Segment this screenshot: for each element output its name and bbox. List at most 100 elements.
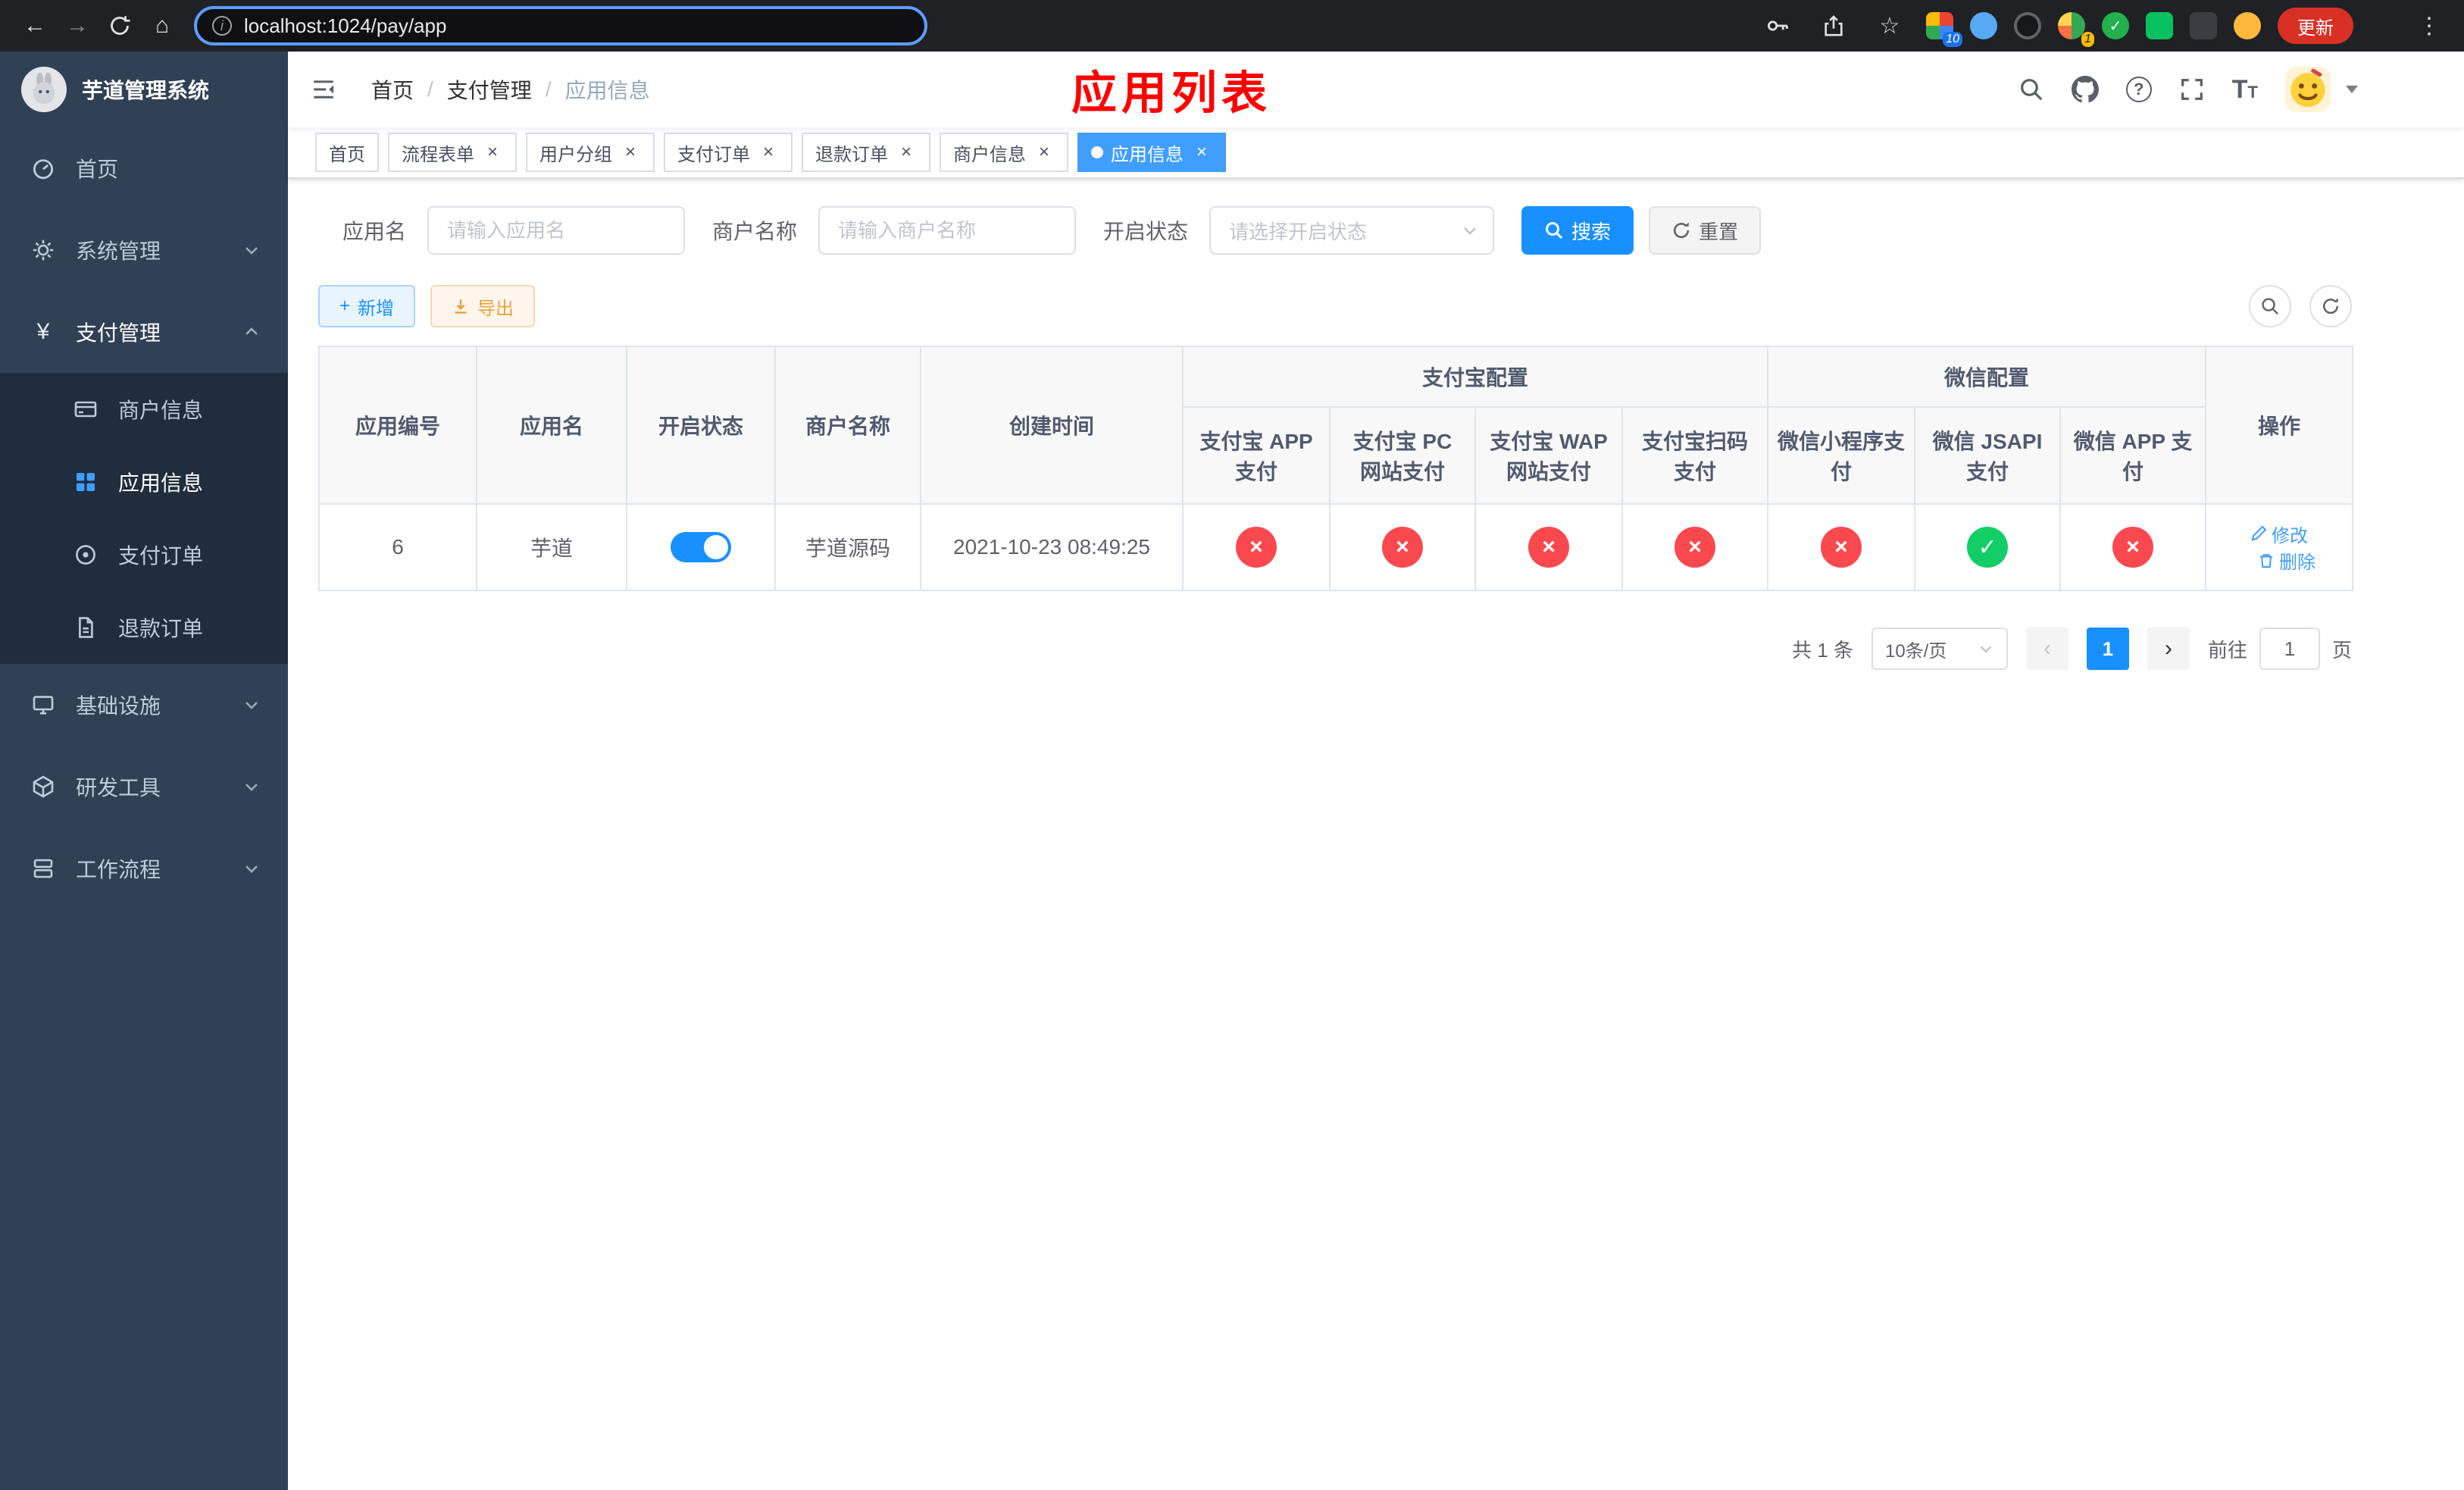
document-icon <box>73 615 98 640</box>
sidebar-item-dev-tools[interactable]: 研发工具 <box>0 746 288 828</box>
extension-icon-1[interactable]: 10 <box>1926 12 1962 47</box>
share-icon[interactable] <box>1814 6 1853 45</box>
close-icon[interactable]: × <box>482 142 503 163</box>
sidebar-item-merchant-info[interactable]: 商户信息 <box>0 373 288 446</box>
page-1-button[interactable]: 1 <box>2086 628 2129 670</box>
bookmark-star-icon[interactable]: ☆ <box>1870 6 1909 45</box>
sidebar-item-infrastructure[interactable]: 基础设施 <box>0 664 288 746</box>
col-app-name: 应用名 <box>476 346 627 505</box>
extension-icon-2[interactable] <box>1970 12 1997 39</box>
url-bar[interactable]: i localhost:1024/pay/app <box>194 6 927 45</box>
extension-icon-6[interactable] <box>2146 12 2173 39</box>
wechat-app-status-icon: × <box>2112 527 2154 568</box>
menu-dots-icon[interactable]: ⋮ <box>2409 6 2449 45</box>
forward-icon[interactable]: → <box>58 6 97 45</box>
page-size-select[interactable]: 10条/页 <box>1871 628 2008 670</box>
col-alipay-qr: 支付宝扫码支付 <box>1621 406 1769 505</box>
breadcrumb-home[interactable]: 首页 <box>371 74 414 105</box>
tab-refund-orders[interactable]: 退款订单 × <box>802 133 930 172</box>
sidebar-item-label: 研发工具 <box>76 776 161 800</box>
help-icon[interactable]: ? <box>2125 77 2152 102</box>
password-key-icon[interactable] <box>1758 6 1797 45</box>
goto-page-input[interactable] <box>2259 628 2320 670</box>
app-frame: 芋道管理系统 首页 系统管理 ¥ 支付管理 商户信息 应用信息 支付订单 退款订… <box>0 52 2464 1490</box>
alipay-app-status-icon: × <box>1236 527 1277 568</box>
avatar-caret-icon[interactable] <box>2346 86 2358 93</box>
tab-app-info[interactable]: 应用信息 × <box>1077 133 1226 172</box>
sidebar-item-home[interactable]: 首页 <box>0 127 288 209</box>
user-avatar[interactable] <box>2285 67 2331 112</box>
reload-icon[interactable] <box>100 6 139 45</box>
sidebar-menu: 首页 系统管理 ¥ 支付管理 商户信息 应用信息 支付订单 退款订单 基础设施 … <box>0 127 288 909</box>
export-button[interactable]: 导出 <box>430 285 536 327</box>
sidebar-item-label: 商户信息 <box>118 399 204 422</box>
logo-avatar <box>21 67 67 112</box>
sidebar-item-label: 退款订单 <box>118 617 204 640</box>
menu-fold-icon[interactable] <box>288 77 359 102</box>
search-icon[interactable] <box>2018 77 2044 102</box>
sidebar-item-pay-orders[interactable]: 支付订单 <box>0 518 288 591</box>
back-icon[interactable]: ← <box>15 6 55 45</box>
pagination: 共 1 条 10条/页 ‹ 1 › 前往 页 <box>318 628 2352 670</box>
home-icon[interactable]: ⌂ <box>142 6 182 45</box>
layers-icon <box>30 856 56 881</box>
close-icon[interactable]: × <box>1191 142 1212 163</box>
reset-button[interactable]: 重置 <box>1649 206 1762 255</box>
search-icon <box>2262 298 2278 315</box>
delete-button[interactable]: 删除 <box>2258 547 2315 574</box>
chevron-down-icon <box>1980 646 1992 653</box>
tab-process-form[interactable]: 流程表单 × <box>388 133 517 172</box>
tab-home[interactable]: 首页 <box>315 133 379 172</box>
tab-pay-orders[interactable]: 支付订单 × <box>664 133 793 172</box>
sidebar-item-label: 基础设施 <box>76 694 161 718</box>
col-merchant: 商户名称 <box>774 346 921 505</box>
status-select[interactable]: 请选择开启状态 <box>1209 206 1495 255</box>
extension-icon-5[interactable] <box>2102 12 2129 39</box>
cell-actions: 修改 删除 <box>2205 503 2354 591</box>
tab-user-group[interactable]: 用户分组 × <box>526 133 655 172</box>
close-icon[interactable]: × <box>1033 142 1055 163</box>
profile-avatar-icon[interactable] <box>2234 12 2261 39</box>
breadcrumb-separator: / <box>545 77 552 101</box>
refresh-table-button[interactable] <box>2309 285 2352 327</box>
github-icon[interactable] <box>2071 76 2099 103</box>
app-name-input[interactable] <box>427 206 686 255</box>
cell-app-id: 6 <box>318 503 477 591</box>
fullscreen-icon[interactable] <box>2179 77 2205 102</box>
sidebar-item-app-info[interactable]: 应用信息 <box>0 446 288 518</box>
col-group-alipay: 支付宝配置 <box>1181 346 1769 408</box>
app-logo: 芋道管理系统 <box>0 52 288 127</box>
close-icon[interactable]: × <box>620 142 641 163</box>
chevron-down-icon <box>242 696 261 714</box>
close-icon[interactable]: × <box>896 142 917 163</box>
extension-icon-7[interactable] <box>2190 12 2217 39</box>
sidebar-item-system[interactable]: 系统管理 <box>0 209 288 291</box>
url-text: localhost:1024/pay/app <box>244 14 447 37</box>
sidebar-item-workflow[interactable]: 工作流程 <box>0 828 288 909</box>
search-button[interactable]: 搜索 <box>1521 206 1634 255</box>
prev-page-button[interactable]: ‹ <box>2025 628 2068 670</box>
add-button[interactable]: + 新增 <box>318 285 416 327</box>
breadcrumb-payment[interactable]: 支付管理 <box>447 74 532 105</box>
next-page-button[interactable]: › <box>2147 628 2190 670</box>
toggle-search-button[interactable] <box>2249 285 2291 327</box>
font-size-icon[interactable]: TT <box>2232 77 2258 102</box>
wechat-mini-status-icon: × <box>1821 527 1862 568</box>
active-dot <box>1091 146 1103 158</box>
sidebar-item-payment[interactable]: ¥ 支付管理 <box>0 291 288 373</box>
status-switch[interactable] <box>671 532 731 562</box>
update-button[interactable]: 更新 <box>2278 8 2353 44</box>
merchant-name-input[interactable] <box>818 206 1077 255</box>
extension-icon-4[interactable]: 1 <box>2058 12 2094 47</box>
table-toolbar: + 新增 导出 <box>318 285 2352 327</box>
sidebar-item-refund-orders[interactable]: 退款订单 <box>0 591 288 664</box>
tab-merchant-info[interactable]: 商户信息 × <box>940 133 1068 172</box>
close-icon[interactable]: × <box>758 142 779 163</box>
sidebar-item-label: 首页 <box>76 158 119 181</box>
site-info-icon[interactable]: i <box>212 16 232 36</box>
monitor-icon <box>30 693 56 717</box>
extension-icon-3[interactable] <box>2014 12 2041 39</box>
page-content: 应用名 商户名称 开启状态 请选择开启状态 搜索 重置 <box>288 179 2464 1490</box>
credit-card-icon <box>73 397 98 421</box>
edit-button[interactable]: 修改 <box>2250 521 2308 547</box>
